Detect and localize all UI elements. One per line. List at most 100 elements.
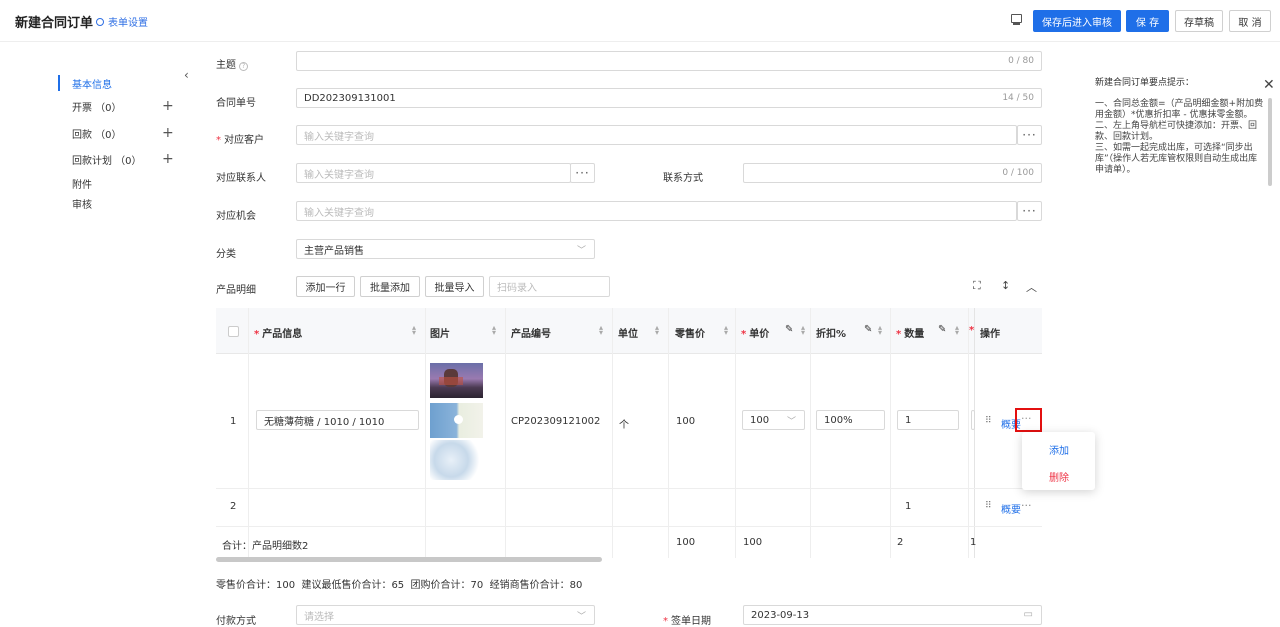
sidebar-item-invoice[interactable]: 开票 （0）	[58, 98, 122, 114]
customer-placeholder: 输入关键字查询	[304, 131, 374, 143]
add-row-button[interactable]: 添加一行	[296, 276, 355, 297]
col-retail-price: 零售价	[675, 329, 705, 340]
total-overflow: 1	[970, 537, 977, 548]
customer-input[interactable]: 输入关键字查询	[296, 125, 1017, 145]
contact-method-counter: 0 / 100	[1002, 168, 1034, 178]
sidebar-item-attachment[interactable]: 附件	[58, 175, 92, 191]
product-info-input[interactable]: 无糖薄荷糖 / 1010 / 1010	[256, 410, 419, 430]
unit-price-value: 100	[750, 414, 770, 426]
select-all-checkbox[interactable]	[228, 326, 239, 337]
scan-input[interactable]: 扫码录入	[489, 276, 610, 297]
save-button[interactable]: 保 存	[1126, 10, 1169, 32]
payment-method-select[interactable]: 请选择 ﹀	[296, 605, 595, 625]
chevron-down-icon: ﹀	[576, 246, 586, 256]
category-select[interactable]: 主营产品销售 ﹀	[296, 239, 595, 259]
popup-delete-item[interactable]: 删除	[1049, 469, 1069, 484]
total-label: 合计：产品明细数2	[222, 541, 309, 552]
monitor-icon[interactable]	[1011, 14, 1022, 25]
product-image[interactable]	[430, 403, 483, 438]
contact-more-button[interactable]: ···	[570, 163, 595, 183]
more-actions-icon[interactable]: ···	[1021, 499, 1032, 512]
table-header: * 产品信息 ▴ ▾ 图片 ▴ ▾ 产品编号 ▴ ▾ 单位 ▴ ▾ 零售价 ▴ ▾ * 单价 …	[216, 308, 1042, 354]
opportunity-label: 对应机会	[216, 211, 256, 222]
add-invoice-icon[interactable]: +	[162, 99, 174, 113]
sidebar-item-review[interactable]: 审核	[58, 195, 92, 211]
help-icon[interactable]: ?	[239, 62, 248, 71]
sort-icon[interactable]: ▴ ▾	[955, 324, 959, 337]
opportunity-more-button[interactable]: ···	[1017, 201, 1042, 221]
sort-icon[interactable]: ▴ ▾	[724, 324, 728, 337]
collapse-up-icon[interactable]: ︿	[1026, 279, 1037, 295]
contract-no-counter: 14 / 50	[1002, 93, 1034, 103]
close-icon[interactable]: ✕	[1263, 77, 1275, 93]
sidebar-item-payment-plan[interactable]: 回款计划 （0）	[58, 151, 142, 167]
sort-icon[interactable]: ▴ ▾	[599, 324, 603, 337]
col-divider	[974, 308, 975, 558]
sign-date-input[interactable]: 2023-09-13 ▭	[743, 605, 1042, 625]
product-table: * 产品信息 ▴ ▾ 图片 ▴ ▾ 产品编号 ▴ ▾ 单位 ▴ ▾ 零售价 ▴ ▾ * 单价 …	[216, 308, 1042, 563]
opportunity-input[interactable]: 输入关键字查询	[296, 201, 1017, 221]
row-index: 1	[230, 416, 237, 427]
col-discount: 折扣%	[816, 329, 847, 340]
discount-value: 100%	[824, 414, 853, 426]
form-settings-link[interactable]: 表单设置	[96, 14, 148, 29]
save-draft-button[interactable]: 存草稿	[1175, 10, 1223, 32]
contact-input[interactable]: 输入关键字查询	[296, 163, 571, 183]
drag-handle-icon[interactable]: ⠿	[985, 416, 992, 426]
sort-icon[interactable]: ▴ ▾	[878, 324, 882, 337]
top-bar: 新建合同订单 表单设置 保存后进入审核 保 存 存草稿 取 消	[0, 0, 1280, 42]
row-height-icon[interactable]: ↕	[1001, 279, 1010, 292]
tips-line-3: 三、如需一起完成出库，可选择“同步出库”（操作人若无库管权限则自动生成出库申请单…	[1095, 143, 1258, 175]
edit-icon[interactable]: ✎	[938, 324, 946, 335]
col-product-info-text: 产品信息	[262, 329, 303, 340]
collapse-sidebar-icon[interactable]: ‹	[184, 68, 189, 82]
form-settings-label: 表单设置	[108, 18, 148, 29]
batch-import-button[interactable]: 批量导入	[425, 276, 484, 297]
sidebar-item-payment[interactable]: 回款 （0）	[58, 125, 122, 141]
sort-icon[interactable]: ▴ ▾	[655, 324, 659, 337]
batch-add-button[interactable]: 批量添加	[360, 276, 420, 297]
edit-icon[interactable]: ✎	[785, 324, 793, 335]
product-image[interactable]	[430, 363, 483, 398]
total-retail: 100	[676, 537, 696, 548]
contact-method-input[interactable]: 0 / 100	[743, 163, 1042, 183]
subject-label-text: 主题	[216, 60, 236, 71]
subject-input[interactable]: 0 / 80	[296, 51, 1042, 71]
product-code-cell: CP202309121002	[511, 416, 601, 427]
quantity-input[interactable]: 1	[897, 410, 959, 430]
payment-method-placeholder: 请选择	[304, 611, 334, 623]
col-actions: 操作	[980, 329, 1000, 340]
col-divider	[810, 308, 811, 558]
drag-handle-icon[interactable]: ⠿	[985, 501, 992, 511]
unit-price-select[interactable]: 100 ﹀	[742, 410, 805, 430]
cancel-button[interactable]: 取 消	[1229, 10, 1271, 32]
sort-icon[interactable]: ▴ ▾	[801, 324, 805, 337]
tips-line-1: 一、合同总金额=（产品明细金额+附加费用金额）*优惠折扣率 - 优惠抹零金额。	[1095, 99, 1264, 120]
sort-icon[interactable]: ▴ ▾	[492, 324, 496, 337]
sort-icon[interactable]: ▴ ▾	[412, 324, 416, 337]
contract-no-input[interactable]: DD202309131001 14 / 50	[296, 88, 1042, 108]
category-value: 主营产品销售	[304, 245, 364, 257]
edit-icon[interactable]: ✎	[864, 324, 872, 335]
save-and-review-button[interactable]: 保存后进入审核	[1033, 10, 1121, 32]
more-actions-highlight[interactable]: ···	[1015, 408, 1042, 432]
add-payment-icon[interactable]: +	[162, 126, 174, 140]
col-quantity-text: 数量	[904, 329, 925, 340]
detail-link[interactable]: 概要	[1001, 501, 1021, 516]
discount-input[interactable]: 100%	[816, 410, 885, 430]
overflow-input[interactable]	[971, 410, 975, 430]
fullscreen-icon[interactable]: ⛶	[973, 279, 981, 293]
products-label: 产品明细	[216, 285, 256, 296]
add-payment-plan-icon[interactable]: +	[162, 152, 174, 166]
quantity-value: 1	[905, 414, 912, 426]
price-summary: 零售价合计：100 建议最低售价合计：65 团购价合计：70 经销商售价合计：8…	[216, 580, 583, 591]
more-actions-icon[interactable]: ···	[1021, 412, 1032, 425]
product-info-value: 无糖薄荷糖 / 1010 / 1010	[264, 416, 385, 428]
popup-add-item[interactable]: 添加	[1049, 442, 1069, 457]
product-image[interactable]	[430, 440, 483, 480]
customer-more-button[interactable]: ···	[1017, 125, 1042, 145]
tips-scrollbar[interactable]	[1268, 98, 1272, 186]
sidebar-item-basic-info[interactable]: 基本信息	[58, 75, 112, 91]
horizontal-scrollbar[interactable]	[216, 557, 602, 562]
category-label: 分类	[216, 249, 236, 260]
